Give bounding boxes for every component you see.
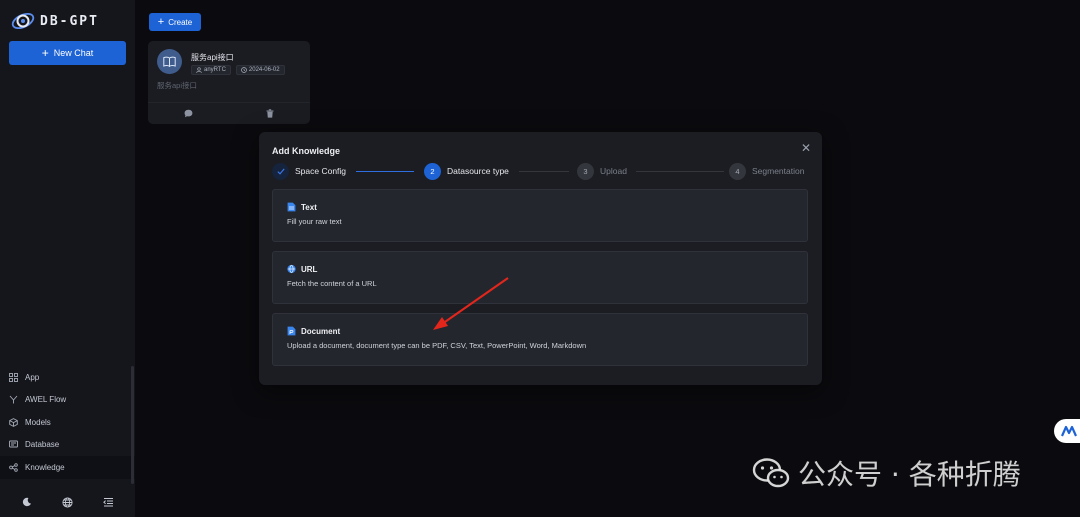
url-globe-icon [287,264,296,274]
option-title: Document [301,326,341,336]
app-logo[interactable]: DB-GPT [10,9,99,33]
new-chat-button[interactable]: + New Chat [9,41,126,65]
option-document[interactable]: Document Upload a document, document typ… [272,313,808,366]
card-description: 服务api接口 [157,81,198,90]
option-text[interactable]: Text Fill your raw text [272,189,808,242]
step-label: Upload [600,166,627,176]
steps: Space Config 2 Datasource type 3 Upload … [272,162,809,180]
sidebar-item-label: AWEL Flow [25,395,67,405]
assistant-logo-icon [1061,425,1077,437]
flow-icon [9,395,18,404]
date-tag: 2024-06-02 [235,65,285,75]
card-title: 服务api接口 [191,53,234,62]
step-label: Space Config [295,166,347,176]
new-chat-label: New Chat [53,48,94,58]
knowledge-icon [9,463,18,472]
step-number: 2 [424,162,441,180]
chat-icon[interactable] [184,109,193,118]
floating-assistant-button[interactable] [1054,419,1080,443]
modal-title: Add Knowledge [272,146,340,156]
step-number: 4 [729,162,746,180]
create-label: Create [168,17,193,27]
text-file-icon [287,202,296,212]
plus-icon: + [157,15,165,28]
owner-name: anyRTC [204,67,226,73]
collapse-menu-icon[interactable] [103,496,115,508]
step-number: 3 [577,162,594,180]
card-actions [148,102,310,124]
app-grid-icon [9,372,18,382]
sidebar-item-label: Models [25,417,51,427]
option-description: Fill your raw text [287,217,342,226]
sidebar-item-knowledge[interactable]: Knowledge [0,456,135,479]
logo-text: DB-GPT [40,13,99,29]
watermark-text: 公众号 · 各种折腾 [798,458,1021,491]
option-description: Upload a document, document type can be … [287,341,587,350]
watermark: 公众号 · 各种折腾 [752,454,1021,492]
sidebar-item-label: App [25,372,40,382]
sidebar-item-label: Database [25,440,60,450]
knowledge-book-icon [157,49,182,74]
knowledge-card[interactable]: 服务api接口 anyRTC 2024-06-02 服务api接口 [148,41,310,124]
sidebar-item-database[interactable]: Database [0,434,135,457]
wechat-icon [752,458,790,488]
language-globe-icon[interactable] [62,496,74,508]
create-button[interactable]: + Create [149,13,201,31]
sidebar-item-awel-flow[interactable]: AWEL Flow [0,389,135,412]
option-title: URL [301,264,318,274]
cube-icon [9,417,18,427]
sidebar-scrollbar[interactable] [131,366,134,484]
step-connector [636,171,724,172]
sidebar: DB-GPT + New Chat App AWEL Flow Models D… [0,0,135,517]
option-url[interactable]: URL Fetch the content of a URL [272,251,808,304]
step-connector [356,171,414,172]
sidebar-item-label: Knowledge [25,462,65,472]
sidebar-item-models[interactable]: Models [0,411,135,434]
delete-icon[interactable] [265,109,274,118]
check-icon [272,162,289,180]
clock-icon [241,67,247,73]
database-icon [9,440,18,449]
sidebar-item-app[interactable]: App [0,366,135,389]
step-label: Segmentation [752,166,805,176]
add-knowledge-modal: Add Knowledge ✕ Space Config 2 Datasourc… [259,132,822,385]
step-upload: 3 Upload [577,162,627,180]
theme-moon-icon[interactable] [21,496,33,508]
owner-tag: anyRTC [191,65,231,75]
option-description: Fetch the content of a URL [287,279,377,288]
step-space-config: Space Config [272,162,346,180]
plus-icon: + [41,46,49,60]
date-value: 2024-06-02 [248,67,280,73]
close-icon[interactable]: ✕ [800,142,812,154]
card-tags: anyRTC 2024-06-02 [191,65,285,75]
step-segmentation: 4 Segmentation [729,162,804,180]
step-connector [519,171,569,172]
document-file-icon [287,326,296,336]
sidebar-bottom-bar [0,492,135,512]
user-icon [196,67,202,73]
step-datasource-type: 2 Datasource type [424,162,509,180]
logo-icon [11,12,35,30]
sidebar-nav: App AWEL Flow Models Database Knowledge [0,366,135,479]
step-label: Datasource type [447,166,509,176]
option-title: Text [301,202,317,212]
